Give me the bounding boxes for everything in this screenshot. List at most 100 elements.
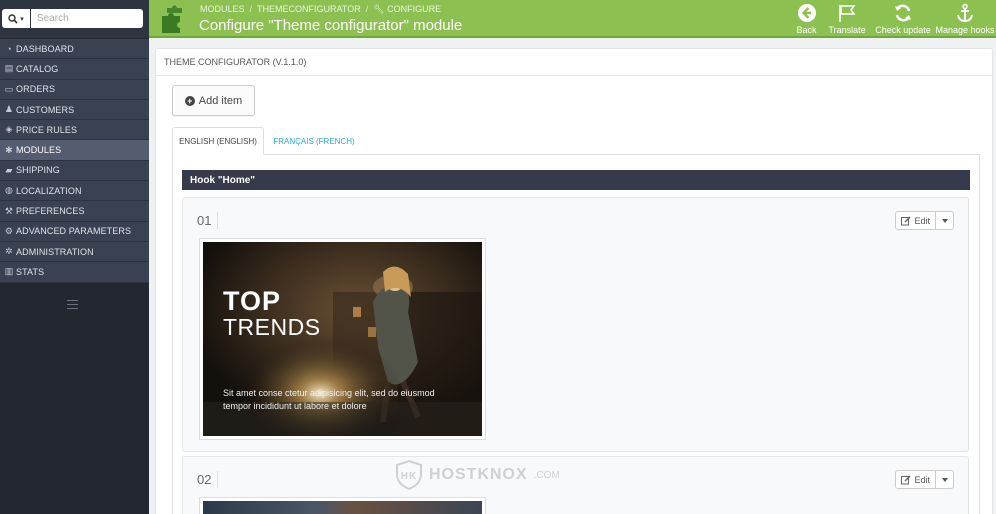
add-item-button[interactable]: + Add item <box>172 85 255 116</box>
cogs-icon: ⚙ <box>4 225 14 236</box>
chevron-down-icon: ▾ <box>20 15 24 23</box>
customers-icon: ♟ <box>4 104 14 115</box>
sidebar-item-label: ORDERS <box>16 84 56 95</box>
manage-hooks-label: Manage hooks <box>935 25 995 35</box>
item-number: 01 <box>197 212 219 229</box>
puzzle-icon: ✱ <box>5 144 13 155</box>
shield-logo-icon: HK <box>396 460 422 490</box>
banner-title-line2: TRENDS <box>223 314 321 340</box>
watermark: HK HOSTKNOX .COM <box>395 460 560 490</box>
sidebar-item-price-rules[interactable]: ◈ PRICE RULES <box>0 120 149 141</box>
sidebar-item-preferences[interactable]: ⚒ PREFERENCES <box>0 201 149 222</box>
check-update-button[interactable]: Check update <box>872 0 934 38</box>
plus-circle-icon: + <box>184 95 195 106</box>
orders-icon: ▭ <box>4 83 14 94</box>
sidebar-item-label: CATALOG <box>16 63 59 74</box>
theme-configurator-panel: THEME CONFIGURATOR (V.1.1.0) + Add item … <box>155 48 993 514</box>
page-title: Configure "Theme configurator" module <box>199 17 463 34</box>
sidebar-item-label: MODULES <box>16 145 62 156</box>
breadcrumb: MODULES / THEMECONFIGURATOR / 🔧︎ CONFIGURE <box>200 4 442 14</box>
sidebar-item-label: STATS <box>16 266 45 277</box>
edit-button[interactable]: Edit <box>896 212 936 229</box>
item-card-01: 01 Edit TOP TRENDS Sit amet conse ctetur… <box>182 197 969 452</box>
sidebar-item-customers[interactable]: ♟ CUSTOMERS <box>0 99 149 121</box>
search-type-button[interactable]: ▾ <box>2 9 30 28</box>
sidebar-item-label: ADMINISTRATION <box>16 246 94 257</box>
edit-label: Edit <box>914 474 930 485</box>
svg-text:HK: HK <box>401 471 417 482</box>
catalog-icon: ▤ <box>4 63 14 74</box>
refresh-icon <box>895 4 911 22</box>
back-label: Back <box>796 25 817 35</box>
search-icon <box>8 13 18 24</box>
truck-icon: ▰ <box>5 164 13 175</box>
puzzle-icon <box>162 5 182 33</box>
manage-hooks-button[interactable]: Manage hooks <box>934 0 996 38</box>
wrench-icon: 🔧︎ <box>373 4 385 14</box>
edit-button-group: Edit <box>895 470 954 489</box>
breadcrumb-item[interactable]: THEMECONFIGURATOR <box>257 4 361 14</box>
tab-english[interactable]: ENGLISH (ENGLISH) <box>172 127 264 155</box>
add-item-label: Add item <box>198 94 243 107</box>
back-button[interactable]: Back <box>791 0 822 38</box>
sidebar-item-label: LOCALIZATION <box>16 185 82 196</box>
anchor-icon <box>957 3 973 23</box>
sidebar-item-advanced-parameters[interactable]: ⚙ ADVANCED PARAMETERS <box>0 221 149 242</box>
sidebar-item-label: CUSTOMERS <box>16 104 75 115</box>
tab-french[interactable]: FRANÇAIS (FRENCH) <box>264 127 364 155</box>
watermark-suffix: .COM <box>533 469 560 481</box>
sidebar-item-shipping[interactable]: ▰ SHIPPING <box>0 160 149 182</box>
banner-caption: Sit amet conse ctetur adipisicing elit, … <box>223 388 435 411</box>
dashboard-icon: ◔ <box>6 43 12 54</box>
menu-collapse-icon[interactable] <box>67 300 78 309</box>
breadcrumb-item[interactable]: MODULES <box>200 4 245 14</box>
sidebar-item-localization[interactable]: ◍ LOCALIZATION <box>0 181 149 202</box>
tag-icon: ◈ <box>5 124 13 135</box>
stats-icon: ▥ <box>4 266 14 277</box>
sidebar: ▾ ◔ DASHBOARD ▤CATALOG ▭ORDERS ♟CUSTOMERS… <box>0 0 149 514</box>
main-menu: ◔ DASHBOARD ▤ CATALOG ▭ ORDERS ♟ CUSTOMERS ◈… <box>0 39 149 283</box>
sidebar-item-catalog[interactable]: ▤ CATALOG <box>0 59 149 80</box>
globe-icon: ◍ <box>5 185 13 196</box>
edit-button-group: Edit <box>895 211 954 230</box>
language-tabs: ENGLISH (ENGLISH) FRANÇAIS (FRENCH) <box>172 127 980 155</box>
edit-dropdown-toggle[interactable] <box>936 471 953 488</box>
item-thumbnail[interactable] <box>199 497 486 514</box>
item-number: 02 <box>197 471 219 488</box>
edit-icon <box>901 216 911 225</box>
search-input[interactable] <box>31 9 143 28</box>
breadcrumb-item: CONFIGURE <box>387 4 442 14</box>
edit-button[interactable]: Edit <box>896 471 936 488</box>
hook-title: Hook "Home" <box>182 170 970 190</box>
arrow-left-circle-icon <box>797 4 816 22</box>
sidebar-item-administration[interactable]: ✲ ADMINISTRATION <box>0 241 149 263</box>
sidebar-item-label: DASHBOARD <box>16 43 74 54</box>
caret-down-icon <box>941 218 948 223</box>
sidebar-item-modules[interactable]: ✱ MODULES <box>0 140 149 161</box>
sidebar-item-stats[interactable]: ▥ STATS <box>0 262 149 283</box>
sidebar-item-dashboard[interactable]: ◔ DASHBOARD <box>0 39 149 60</box>
sidebar-item-label: ADVANCED PARAMETERS <box>16 226 132 237</box>
toolbar: Back Translate Check update Manage hooks <box>791 0 996 38</box>
panel-heading: THEME CONFIGURATOR (V.1.1.0) <box>156 49 992 76</box>
banner-title-line1: TOP <box>223 286 282 316</box>
flag-icon <box>839 5 856 22</box>
banner-image <box>203 501 482 514</box>
caret-down-icon <box>941 477 948 482</box>
item-card-02: 02 Edit <box>182 456 969 514</box>
check-update-label: Check update <box>875 25 931 35</box>
cog-icon: ✲ <box>5 246 13 257</box>
edit-label: Edit <box>914 215 930 226</box>
translate-label: Translate <box>828 25 866 35</box>
edit-dropdown-toggle[interactable] <box>936 212 953 229</box>
banner-image: TOP TRENDS Sit amet conse ctetur adipisi… <box>203 242 482 436</box>
edit-icon <box>901 475 911 484</box>
sidebar-item-label: PRICE RULES <box>16 124 78 135</box>
translate-button[interactable]: Translate <box>822 0 872 38</box>
wrench-icon: ⚒ <box>4 205 14 216</box>
search-box: ▾ <box>0 0 149 38</box>
sidebar-item-orders[interactable]: ▭ ORDERS <box>0 79 149 100</box>
watermark-text: HOSTKNOX <box>429 466 528 483</box>
item-thumbnail[interactable]: TOP TRENDS Sit amet conse ctetur adipisi… <box>199 238 486 440</box>
page-header: MODULES / THEMECONFIGURATOR / 🔧︎ CONFIGURE C… <box>149 0 996 38</box>
